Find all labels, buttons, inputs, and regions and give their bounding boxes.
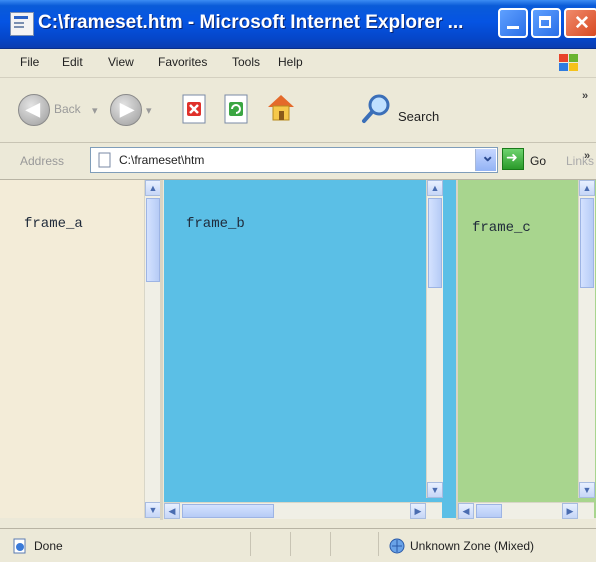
frame-a[interactable]: frame_a — [0, 180, 160, 518]
links-more-icon[interactable]: » — [584, 150, 590, 162]
back-dropdown-icon[interactable]: ▾ — [92, 104, 98, 117]
back-label: Back — [54, 102, 81, 116]
zone-icon — [389, 538, 405, 554]
scroll-up-arrow-icon[interactable]: ▲ — [579, 180, 595, 196]
frame-divider[interactable] — [160, 180, 163, 520]
frame-c[interactable]: frame_c — [458, 180, 596, 518]
frame-c-vertical-scrollbar[interactable]: ▲ ▼ — [578, 180, 595, 498]
browser-window: C:\frameset.htm - Microsoft Internet Exp… — [0, 0, 596, 562]
frame-c-horizontal-scrollbar[interactable]: ◀ ▶ — [458, 502, 594, 519]
scroll-down-arrow-icon[interactable]: ▼ — [579, 482, 595, 498]
frame-b[interactable]: frame_b — [164, 180, 456, 518]
scroll-thumb[interactable] — [580, 198, 594, 288]
menu-tools[interactable]: Tools — [232, 55, 260, 69]
stop-icon[interactable] — [178, 92, 212, 126]
scroll-left-arrow-icon[interactable]: ◀ — [458, 503, 474, 519]
go-label[interactable]: Go — [530, 154, 546, 168]
menu-favorites[interactable]: Favorites — [158, 55, 207, 69]
frame-b-text: frame_b — [186, 216, 245, 232]
maximize-button[interactable] — [531, 8, 561, 38]
menu-bar: File Edit View Favorites Tools Help — [0, 49, 596, 78]
refresh-icon[interactable] — [220, 92, 254, 126]
address-value: C:\frameset\htm — [119, 153, 205, 167]
scroll-up-arrow-icon[interactable]: ▲ — [145, 180, 161, 196]
status-text: Done — [34, 539, 63, 553]
close-button[interactable] — [564, 8, 596, 38]
document-icon — [10, 12, 34, 36]
address-label: Address — [20, 154, 65, 168]
back-button[interactable]: ◀ — [18, 94, 50, 126]
scroll-right-arrow-icon[interactable]: ▶ — [410, 503, 426, 519]
menu-help[interactable]: Help — [278, 55, 303, 69]
title-bar[interactable]: C:\frameset.htm - Microsoft Internet Exp… — [0, 0, 596, 49]
frame-b-vertical-scrollbar[interactable]: ▲ ▼ — [426, 180, 443, 498]
window-title: C:\frameset.htm - Microsoft Internet Exp… — [38, 12, 464, 33]
scroll-thumb[interactable] — [476, 504, 502, 518]
back-arrow-icon: ◀ — [26, 99, 40, 119]
scroll-down-arrow-icon[interactable]: ▼ — [145, 502, 161, 518]
status-separator — [290, 532, 291, 556]
scroll-up-arrow-icon[interactable]: ▲ — [427, 180, 443, 196]
status-separator — [330, 532, 331, 556]
windows-logo-icon — [559, 54, 578, 71]
address-dropdown-icon[interactable] — [475, 146, 496, 171]
search-icon[interactable] — [360, 92, 394, 126]
frame-a-text: frame_a — [24, 216, 83, 232]
toolbar-more-icon[interactable]: » — [582, 90, 588, 102]
menu-file[interactable]: File — [20, 55, 39, 69]
scroll-thumb[interactable] — [428, 198, 442, 288]
frame-c-text: frame_c — [472, 220, 531, 236]
status-separator — [250, 532, 251, 556]
scroll-left-arrow-icon[interactable]: ◀ — [164, 503, 180, 519]
forward-dropdown-icon[interactable]: ▾ — [146, 104, 152, 117]
frame-a-vertical-scrollbar[interactable]: ▲ ▼ — [144, 180, 161, 518]
go-button[interactable] — [502, 148, 524, 170]
page-icon — [98, 152, 111, 168]
address-input[interactable]: C:\frameset\htm — [90, 146, 498, 173]
scroll-thumb[interactable] — [146, 198, 160, 282]
security-zone-text: Unknown Zone (Mixed) — [410, 539, 535, 553]
frame-b-horizontal-scrollbar[interactable]: ◀ ▶ — [164, 502, 442, 519]
search-label[interactable]: Search — [398, 109, 439, 124]
status-separator — [378, 532, 379, 556]
forward-button[interactable]: ▶ — [110, 94, 142, 126]
scroll-right-arrow-icon[interactable]: ▶ — [562, 503, 578, 519]
menu-edit[interactable]: Edit — [62, 55, 83, 69]
menu-view[interactable]: View — [108, 55, 134, 69]
page-done-icon — [13, 538, 26, 554]
minimize-button[interactable] — [498, 8, 528, 38]
scroll-down-arrow-icon[interactable]: ▼ — [427, 482, 443, 498]
scroll-thumb[interactable] — [182, 504, 274, 518]
toolbar: ◀ Back ▾ ▶ ▾ » — [0, 78, 596, 143]
forward-arrow-icon: ▶ — [120, 99, 134, 119]
home-icon[interactable] — [264, 90, 298, 124]
